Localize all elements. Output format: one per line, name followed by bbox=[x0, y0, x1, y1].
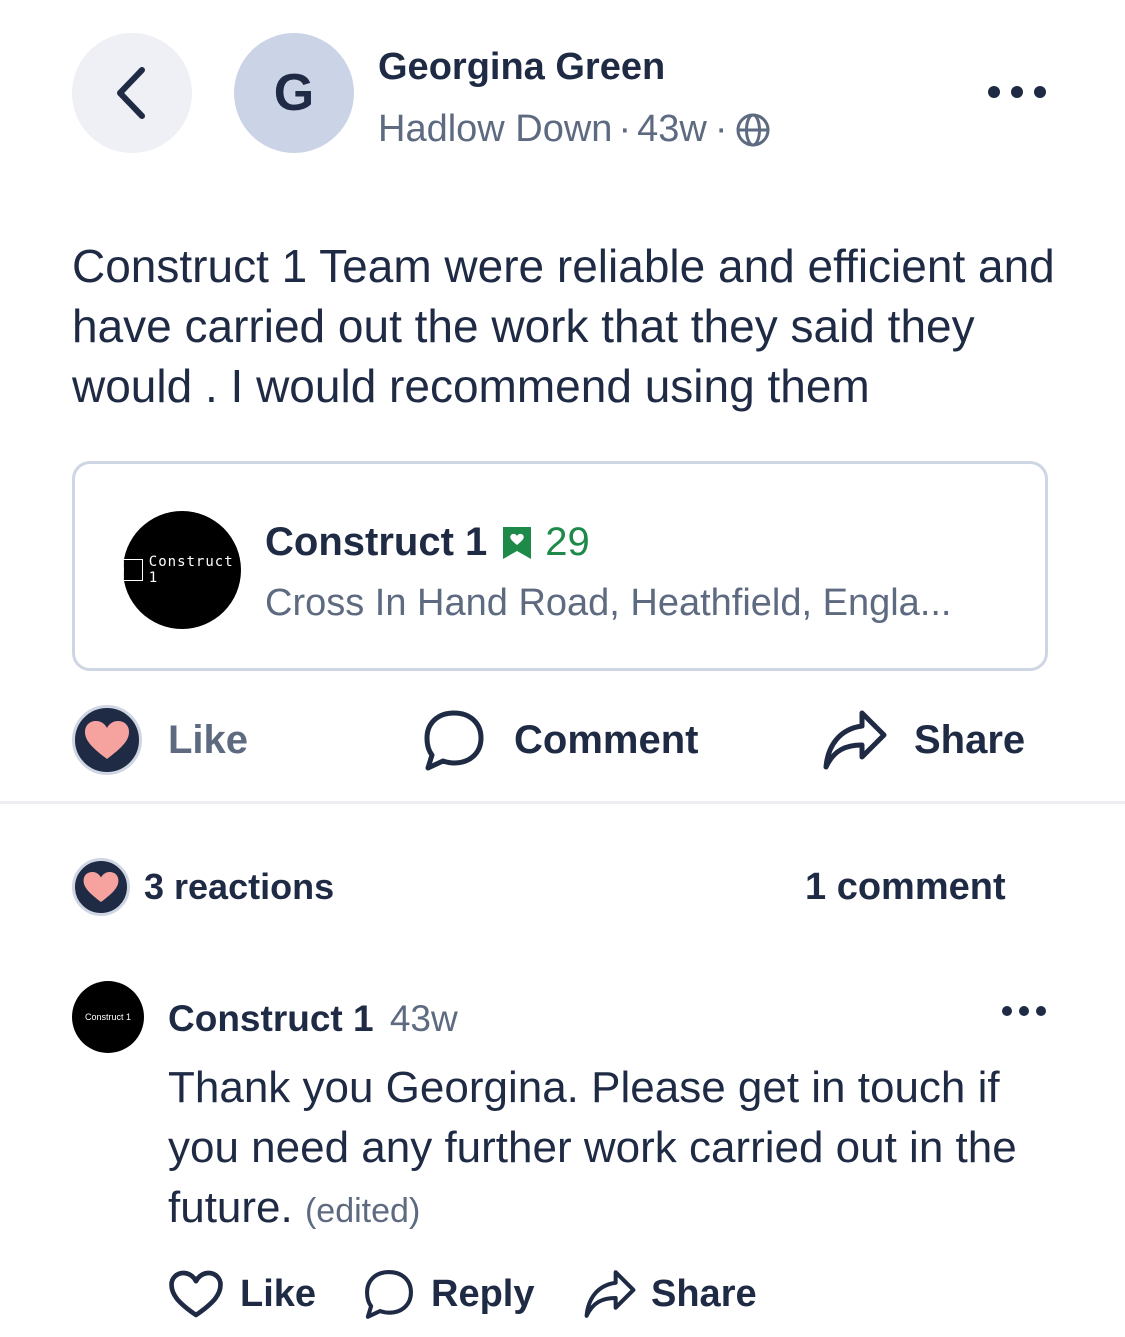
comment-header: Construct 1 43w bbox=[168, 998, 458, 1040]
comment-edited-label: (edited) bbox=[304, 1192, 421, 1230]
more-dot-icon bbox=[1036, 1006, 1046, 1016]
meta-separator: · bbox=[618, 108, 632, 150]
reactions-summary[interactable]: 3 reactions bbox=[72, 858, 334, 916]
comment-like-button[interactable]: Like bbox=[168, 1262, 316, 1326]
like-button[interactable]: Like bbox=[72, 700, 248, 780]
more-options-button[interactable] bbox=[988, 80, 1046, 104]
share-label: Share bbox=[914, 717, 1026, 762]
share-button[interactable]: Share bbox=[822, 700, 1025, 780]
share-arrow-icon bbox=[584, 1270, 636, 1318]
comment-reply-button[interactable]: Reply bbox=[363, 1262, 534, 1326]
business-logo: Construct 1 bbox=[123, 511, 241, 629]
more-dot-icon bbox=[988, 86, 1000, 98]
author-location: Hadlow Down bbox=[378, 108, 613, 150]
like-label: Like bbox=[168, 717, 249, 762]
recommendation-badge-icon bbox=[503, 526, 532, 559]
back-button[interactable] bbox=[72, 33, 192, 153]
comment-share-label: Share bbox=[651, 1272, 757, 1315]
comment-author-avatar[interactable]: Construct 1 bbox=[72, 981, 144, 1053]
comment-bubble-icon bbox=[424, 710, 484, 771]
share-arrow-icon bbox=[823, 710, 887, 770]
post-body: Construct 1 Team were reliable and effic… bbox=[72, 240, 1055, 412]
author-meta: Hadlow Down · 43w · bbox=[378, 108, 771, 151]
comments-count[interactable]: 1 comment bbox=[805, 866, 1006, 909]
comment-time: 43w bbox=[389, 998, 458, 1039]
post-actions: Like Comment Share bbox=[72, 700, 1052, 780]
comment-button[interactable]: Comment bbox=[422, 700, 698, 780]
comment-text: Thank you Georgina. Please get in touch … bbox=[168, 1063, 1017, 1232]
heart-reaction-icon bbox=[72, 705, 142, 775]
comment-like-label: Like bbox=[240, 1272, 317, 1315]
chevron-left-icon bbox=[117, 67, 145, 119]
more-dot-icon bbox=[1011, 86, 1023, 98]
avatar-letter: G bbox=[273, 64, 315, 122]
comment-label: Comment bbox=[514, 717, 699, 762]
comment-author[interactable]: Construct 1 bbox=[168, 998, 374, 1039]
more-dot-icon bbox=[1034, 86, 1046, 98]
business-card[interactable]: Construct 1 Construct 1 29 Cross In Hand… bbox=[72, 461, 1048, 671]
house-icon bbox=[123, 559, 143, 581]
author-avatar[interactable]: G bbox=[234, 33, 354, 153]
business-address: Cross In Hand Road, Heathfield, Engla... bbox=[265, 582, 952, 624]
reactions-count: 3 reactions bbox=[144, 866, 335, 907]
comment-more-options-button[interactable] bbox=[1002, 1003, 1046, 1019]
post-time: 43w bbox=[637, 108, 707, 150]
comment-reply-label: Reply bbox=[431, 1272, 535, 1315]
comment-logo-text: Construct 1 bbox=[84, 1012, 132, 1022]
business-rating-count: 29 bbox=[545, 520, 590, 564]
reply-bubble-icon bbox=[365, 1270, 413, 1319]
heart-reaction-icon bbox=[72, 858, 130, 916]
globe-icon bbox=[736, 113, 770, 146]
business-name: Construct 1 bbox=[265, 520, 488, 564]
business-logo-text: Construct 1 bbox=[148, 554, 234, 586]
more-dot-icon bbox=[1002, 1006, 1012, 1016]
more-dot-icon bbox=[1019, 1006, 1029, 1016]
comment-share-button[interactable]: Share bbox=[583, 1262, 757, 1326]
comment-actions: Like Reply Share bbox=[168, 1262, 868, 1326]
section-divider bbox=[0, 801, 1125, 804]
heart-outline-icon bbox=[169, 1270, 223, 1318]
comment-body: Thank you Georgina. Please get in touch … bbox=[168, 1058, 1068, 1241]
author-name[interactable]: Georgina Green bbox=[378, 46, 665, 89]
business-name-row: Construct 1 29 bbox=[265, 520, 590, 565]
meta-separator: · bbox=[714, 108, 728, 150]
